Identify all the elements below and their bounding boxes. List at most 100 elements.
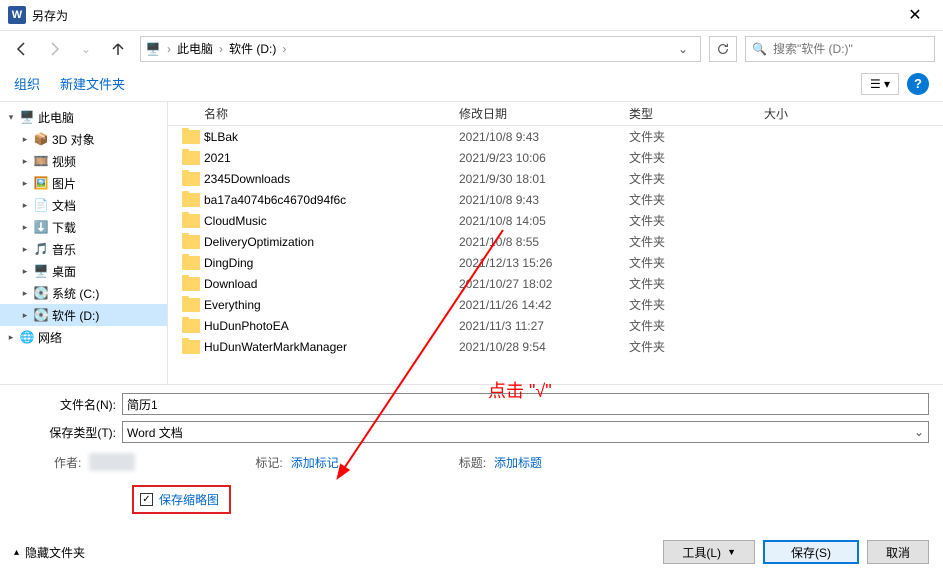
breadcrumb-separator: › [165,42,173,56]
folder-icon [182,256,200,270]
folder-icon [182,298,200,312]
breadcrumb-bar[interactable]: 🖥️ › 此电脑 › 软件 (D:) › ⌄ [140,36,701,62]
forward-button[interactable] [40,36,68,62]
filetype-label: 保存类型(T): [14,424,122,441]
filetype-select[interactable]: Word 文档 ⌄ [122,421,929,443]
breadcrumb-current[interactable]: 软件 (D:) [225,40,280,57]
titlebar: W 另存为 ✕ [0,0,943,30]
tree-this-pc[interactable]: ▾ 🖥️ 此电脑 [0,106,167,128]
caret-right-icon[interactable]: ▸ [18,134,32,145]
tools-button[interactable]: 工具(L)▼ [663,540,755,564]
caret-right-icon[interactable]: ▸ [18,222,32,233]
tree-item[interactable]: ▸⬇️下载 [0,216,167,238]
cube-icon: 📦 [32,132,50,146]
cancel-button[interactable]: 取消 [867,540,929,564]
tree-item[interactable]: ▸🖼️图片 [0,172,167,194]
title-meta-label: 标题: [459,454,486,471]
file-row[interactable]: HuDunPhotoEA2021/11/3 11:27文件夹 [168,315,943,336]
folder-icon [182,340,200,354]
tree-item[interactable]: ▸📄文档 [0,194,167,216]
search-input[interactable] [773,42,928,56]
download-icon: ⬇️ [32,220,50,234]
author-label: 作者: [54,454,81,471]
column-size[interactable]: 大小 [764,105,844,122]
author-value[interactable] [89,453,135,471]
file-row[interactable]: $LBak2021/10/8 9:43文件夹 [168,126,943,147]
column-date[interactable]: 修改日期 [459,105,629,122]
filename-input[interactable] [122,393,929,415]
new-folder-button[interactable]: 新建文件夹 [60,74,125,93]
folder-icon [182,319,200,333]
file-list: 名称 修改日期 类型 大小 $LBak2021/10/8 9:43文件夹2021… [168,102,943,384]
footer: ▴ 隐藏文件夹 工具(L)▼ 保存(S) 取消 [0,534,943,576]
tree-item[interactable]: ▸💽软件 (D:) [0,304,167,326]
tree-item[interactable]: ▸🎵音乐 [0,238,167,260]
caret-right-icon[interactable]: ▸ [18,288,32,299]
organize-menu[interactable]: 组织 [14,74,40,93]
caret-right-icon[interactable]: ▸ [18,200,32,211]
file-row[interactable]: CloudMusic2021/10/8 14:05文件夹 [168,210,943,231]
folder-icon [182,214,200,228]
desktop-icon: 🖥️ [32,264,50,278]
close-button[interactable]: ✕ [895,1,935,29]
caret-right-icon[interactable]: ▸ [18,244,32,255]
save-button[interactable]: 保存(S) [763,540,859,564]
breadcrumb-dropdown[interactable]: ⌄ [670,42,696,56]
caret-right-icon[interactable]: ▸ [18,156,32,167]
caret-right-icon[interactable]: ▸ [4,332,18,343]
up-button[interactable] [104,36,132,62]
folder-tree: ▾ 🖥️ 此电脑 ▸📦3D 对象▸🎞️视频▸🖼️图片▸📄文档▸⬇️下载▸🎵音乐▸… [0,102,168,384]
chevron-down-icon: ⌄ [914,425,924,439]
drive-icon: 💽 [32,308,50,322]
help-button[interactable]: ? [907,73,929,95]
back-button[interactable] [8,36,36,62]
tree-item[interactable]: ▸🖥️桌面 [0,260,167,282]
thumbnail-checkbox[interactable]: ✓ [140,493,153,506]
view-options-button[interactable]: ☰ ▾ [861,73,899,95]
breadcrumb-separator: › [280,42,288,56]
tags-label: 标记: [255,454,282,471]
music-icon: 🎵 [32,242,50,256]
caret-right-icon[interactable]: ▸ [18,310,32,321]
tree-item[interactable]: ▸🎞️视频 [0,150,167,172]
bottom-panel: 文件名(N): 保存类型(T): Word 文档 ⌄ 作者: 标记: 添加标记 … [0,384,943,514]
folder-icon [182,277,200,291]
folder-icon [182,235,200,249]
navigation-bar: ⌄ 🖥️ › 此电脑 › 软件 (D:) › ⌄ 🔍 [0,30,943,66]
tags-value[interactable]: 添加标记 [291,454,339,471]
file-row[interactable]: ba17a4074b6c4670d94f6c2021/10/8 9:43文件夹 [168,189,943,210]
breadcrumb-root[interactable]: 此电脑 [173,40,217,57]
thumbnail-checkbox-label: 保存缩略图 [159,491,219,508]
search-icon: 🔍 [752,42,767,56]
file-row[interactable]: DingDing2021/12/13 15:26文件夹 [168,252,943,273]
pc-icon: 🖥️ [18,110,36,124]
file-row[interactable]: Everything2021/11/26 14:42文件夹 [168,294,943,315]
breadcrumb-separator: › [217,42,225,56]
column-type[interactable]: 类型 [629,105,764,122]
tree-network[interactable]: ▸ 🌐 网络 [0,326,167,348]
caret-right-icon[interactable]: ▸ [18,178,32,189]
document-icon: 📄 [32,198,50,212]
file-row[interactable]: HuDunWaterMarkManager2021/10/28 9:54文件夹 [168,336,943,357]
toolbar: 组织 新建文件夹 ☰ ▾ ? [0,66,943,102]
recent-dropdown[interactable]: ⌄ [72,36,100,62]
folder-icon [182,151,200,165]
pc-icon: 🖥️ [145,41,161,57]
title-meta-value[interactable]: 添加标题 [494,454,542,471]
picture-icon: 🖼️ [32,176,50,190]
file-row[interactable]: DeliveryOptimization2021/10/8 8:55文件夹 [168,231,943,252]
column-name[interactable]: 名称 [204,105,459,122]
caret-right-icon[interactable]: ▸ [18,266,32,277]
tree-item[interactable]: ▸📦3D 对象 [0,128,167,150]
file-row[interactable]: 2345Downloads2021/9/30 18:01文件夹 [168,168,943,189]
hide-folders-toggle[interactable]: ▴ 隐藏文件夹 [14,544,85,561]
refresh-button[interactable] [709,36,737,62]
tree-item[interactable]: ▸💽系统 (C:) [0,282,167,304]
search-box[interactable]: 🔍 [745,36,935,62]
folder-icon [182,172,200,186]
caret-down-icon[interactable]: ▾ [4,112,18,123]
file-row[interactable]: Download2021/10/27 18:02文件夹 [168,273,943,294]
file-row[interactable]: 20212021/9/23 10:06文件夹 [168,147,943,168]
filename-label: 文件名(N): [14,396,122,413]
word-app-icon: W [8,6,26,24]
